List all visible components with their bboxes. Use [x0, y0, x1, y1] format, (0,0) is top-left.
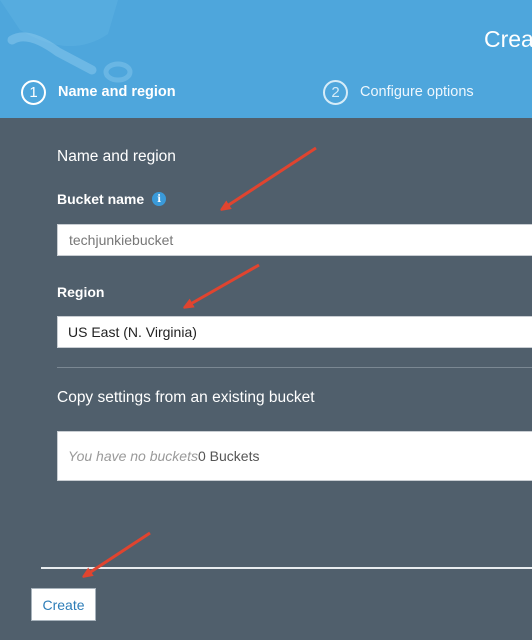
- bucket-name-input[interactable]: [57, 224, 532, 256]
- step-number: 2: [323, 79, 348, 105]
- bucket-name-label-text: Bucket name: [57, 191, 145, 207]
- region-selected-value: US East (N. Virginia): [68, 324, 197, 340]
- section-divider: [57, 367, 532, 368]
- footer-divider: [41, 567, 532, 569]
- bucket-name-label: Bucket name i: [57, 191, 167, 207]
- wizard-header: Creat 1 Name and region 2 Configure opti…: [0, 0, 532, 118]
- step-configure-options[interactable]: 2 Configure options: [323, 78, 474, 106]
- arrow-to-region: [187, 263, 260, 306]
- region-select[interactable]: US East (N. Virginia): [57, 316, 532, 348]
- info-icon[interactable]: i: [152, 192, 167, 206]
- step-label: Name and region: [58, 84, 176, 100]
- dialog-title: Creat: [484, 26, 532, 52]
- bucket-count: 0 Buckets: [198, 448, 260, 464]
- existing-bucket-select[interactable]: You have no buckets 0 Buckets: [57, 431, 532, 481]
- step-name-and-region[interactable]: 1 Name and region: [21, 78, 176, 106]
- section-title: Name and region: [57, 148, 176, 165]
- step-label: Configure options: [360, 84, 474, 100]
- create-button[interactable]: Create: [31, 588, 96, 621]
- copy-settings-title: Copy settings from an existing bucket: [57, 389, 315, 406]
- arrow-to-bucket-name: [224, 146, 317, 208]
- no-buckets-text: You have no buckets: [68, 448, 198, 464]
- region-label: Region: [57, 284, 105, 300]
- step-number: 1: [21, 79, 46, 105]
